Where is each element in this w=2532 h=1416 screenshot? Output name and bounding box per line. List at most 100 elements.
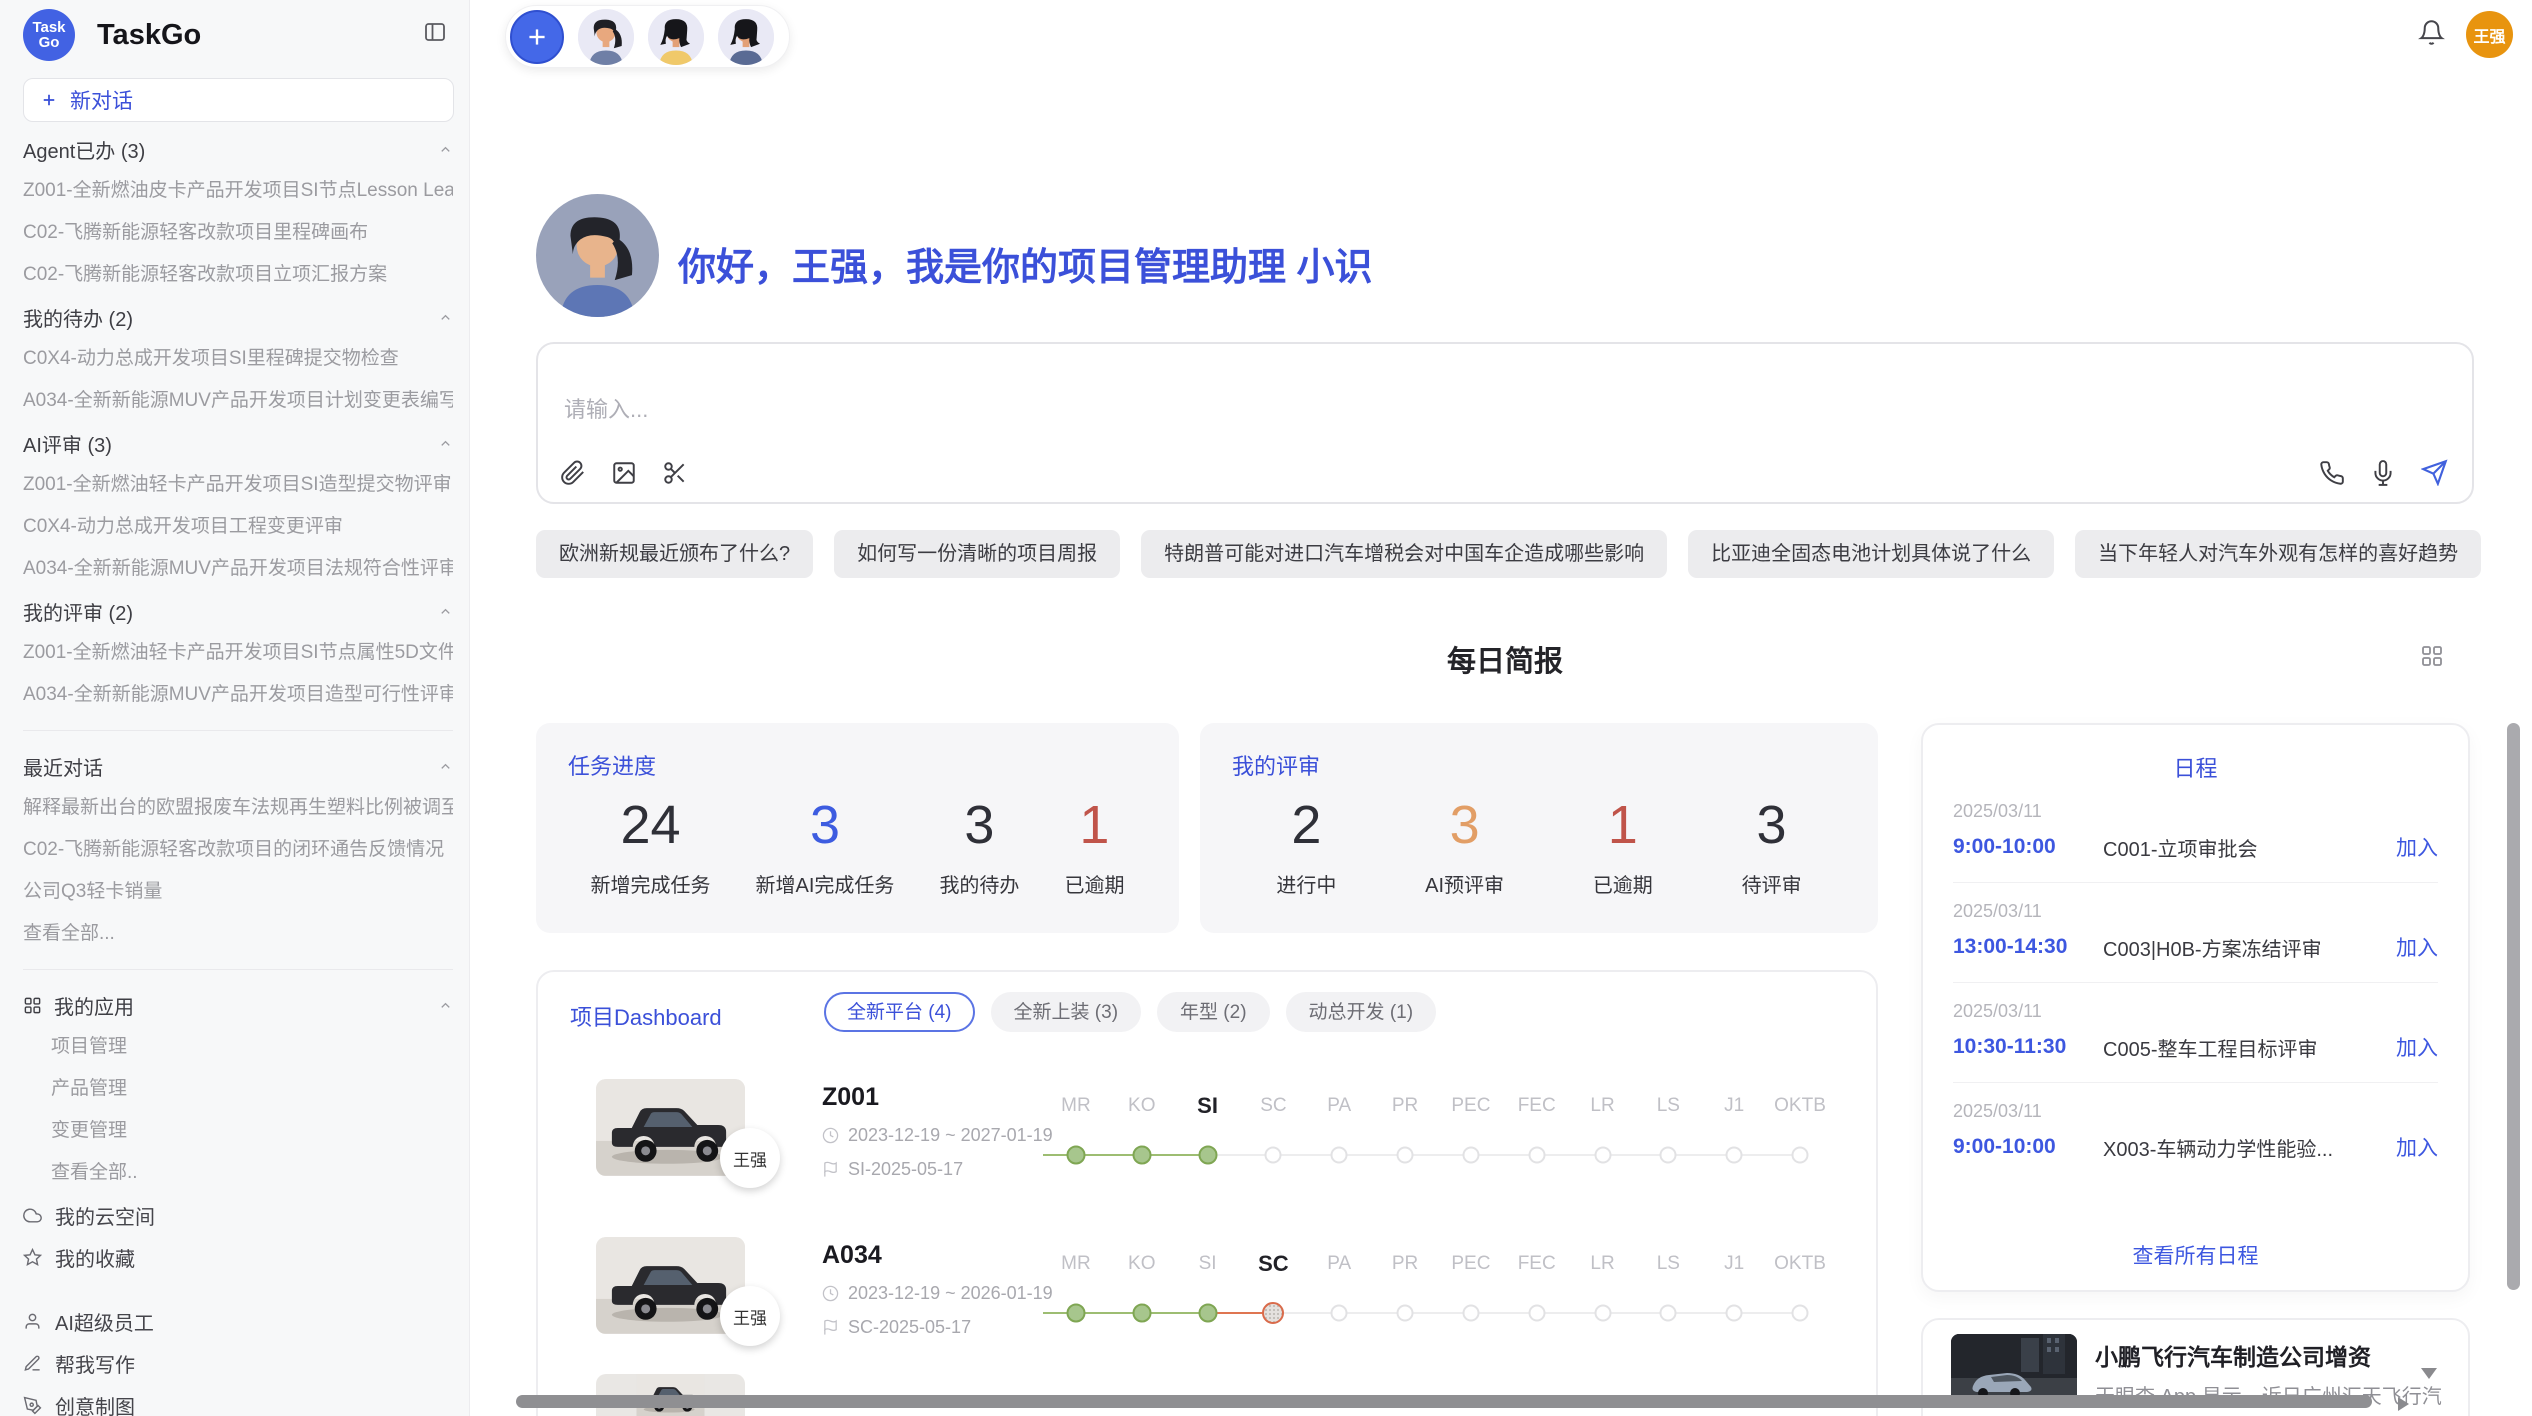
scroll-right-arrow-icon[interactable]	[2398, 1397, 2409, 1411]
image-upload-icon[interactable]	[611, 460, 637, 486]
sidebar-link-star[interactable]: 我的收藏	[23, 1236, 453, 1278]
section-title: AI评审 (3)	[23, 429, 112, 458]
sidebar-section-header[interactable]: AI评审 (3)	[23, 422, 453, 464]
sidebar-section-header[interactable]: 我的待办 (2)	[23, 296, 453, 338]
sidebar-collapse-icon[interactable]	[423, 20, 447, 44]
add-member-button[interactable]	[510, 10, 564, 64]
milestone-label: SC	[1240, 1249, 1306, 1279]
sidebar-tool-pen[interactable]: 帮我写作	[23, 1342, 453, 1384]
event-date: 2025/03/11	[1953, 801, 2438, 822]
stat-value: 3	[939, 795, 1019, 855]
sidebar-item[interactable]: 公司Q3轻卡销量	[23, 871, 453, 913]
sidebar-item[interactable]: A034-全新新能源MUV产品开发项目法规符合性评审	[23, 548, 453, 590]
user-avatar[interactable]: 王强	[2466, 11, 2513, 58]
dashboard-tab[interactable]: 全新上装 (3)	[991, 992, 1142, 1032]
sidebar-item[interactable]: C02-飞腾新能源轻客改款项目里程碑画布	[23, 212, 453, 254]
event-join-link[interactable]: 加入	[2396, 832, 2438, 862]
stat-label: 我的待办	[939, 869, 1019, 898]
stat-card-title: 任务进度	[568, 749, 1147, 781]
sidebar-tools: AI超级员工帮我写作创意制图	[23, 1300, 453, 1416]
new-chat-button[interactable]: 新对话	[23, 78, 454, 122]
event-join-link[interactable]: 加入	[2396, 932, 2438, 962]
send-icon[interactable]	[2421, 459, 2448, 486]
sidebar-item[interactable]: 解释最新出台的欧盟报废车法规再生塑料比例被调至15%...	[23, 787, 453, 829]
suggestion-chip[interactable]: 欧洲新规最近颁布了什么?	[536, 530, 813, 578]
project-row-Z001[interactable]: 王强Z0012023-12-19 ~ 2027-01-19SI-2025-05-…	[538, 1079, 1876, 1229]
chevron-up-icon[interactable]	[438, 604, 453, 619]
avatar-man-blue-shirt[interactable]	[578, 9, 634, 65]
sidebar-item[interactable]: 变更管理	[23, 1110, 453, 1152]
event-date: 2025/03/11	[1953, 1001, 2438, 1022]
horizontal-scrollbar[interactable]	[516, 1395, 2372, 1408]
event-time: 9:00-10:00	[1953, 1135, 2103, 1159]
notifications-bell-icon[interactable]	[2418, 19, 2445, 46]
sidebar-section-header[interactable]: 我的应用	[23, 984, 453, 1026]
stat-进行中: 2进行中	[1276, 795, 1336, 898]
sidebar-item[interactable]: C02-飞腾新能源轻客改款项目的闭环通告反馈情况	[23, 829, 453, 871]
sidebar-section-header[interactable]: Agent已办 (3)	[23, 128, 453, 170]
plus-icon	[40, 91, 58, 109]
project-row-A034[interactable]: 王强A0342023-12-19 ~ 2026-01-19SC-2025-05-…	[538, 1237, 1876, 1387]
news-title: 小鹏飞行汽车制造公司增资	[2095, 1338, 2371, 1372]
sidebar-tool-pentool[interactable]: 创意制图	[23, 1384, 453, 1416]
sidebar-section-header[interactable]: 最近对话	[23, 745, 453, 787]
sidebar-item[interactable]: A034-全新新能源MUV产品开发项目计划变更表编写	[23, 380, 453, 422]
sidebar-item[interactable]: Z001-全新燃油皮卡产品开发项目SI节点Lesson Learn报告	[23, 170, 453, 212]
dashboard-tabs: 全新平台 (4) 全新上装 (3) 年型 (2) 动总开发 (1)	[824, 992, 1436, 1032]
sidebar-item[interactable]: 产品管理	[23, 1068, 453, 1110]
sidebar-item[interactable]: 查看全部...	[23, 913, 453, 955]
suggestion-chip[interactable]: 比亚迪全固态电池计划具体说了什么	[1688, 530, 2054, 578]
suggestion-chip[interactable]: 如何写一份清晰的项目周报	[834, 530, 1120, 578]
sidebar-item[interactable]: C0X4-动力总成开发项目工程变更评审	[23, 506, 453, 548]
app-title: TaskGo	[97, 19, 201, 52]
project-owner-badge: 王强	[720, 1128, 780, 1188]
milestone-PEC: PEC	[1438, 1079, 1504, 1197]
milestone-MR: MR	[1043, 1079, 1109, 1197]
chevron-up-icon[interactable]	[438, 998, 453, 1013]
suggestion-chip[interactable]: 当下年轻人对汽车外观有怎样的喜好趋势	[2075, 530, 2481, 578]
sidebar-item[interactable]: Z001-全新燃油轻卡产品开发项目SI节点属性5D文件评审	[23, 632, 453, 674]
avatar-woman-navy-top[interactable]	[718, 9, 774, 65]
milestone-dot-pending	[1528, 1305, 1545, 1322]
dashboard-tab[interactable]: 全新平台 (4)	[824, 992, 975, 1032]
avatar-woman-yellow-top[interactable]	[648, 9, 704, 65]
briefing-layout-grid-icon[interactable]	[2420, 644, 2444, 668]
event-time: 10:30-11:30	[1953, 1035, 2103, 1059]
sidebar-section-header[interactable]: 我的评审 (2)	[23, 590, 453, 632]
suggestion-chip[interactable]: 特朗普可能对进口汽车增税会对中国车企造成哪些影响	[1141, 530, 1667, 578]
attachment-icon[interactable]	[560, 460, 586, 486]
milestone-label: LS	[1635, 1091, 1701, 1121]
milestone-dot-pending	[1331, 1147, 1348, 1164]
view-all-schedule-link[interactable]: 查看所有日程	[1923, 1240, 2468, 1270]
sidebar-sections: Agent已办 (3)Z001-全新燃油皮卡产品开发项目SI节点Lesson L…	[23, 128, 453, 1416]
sidebar-item[interactable]: 项目管理	[23, 1026, 453, 1068]
chevron-up-icon[interactable]	[438, 436, 453, 451]
schedule-event: 2025/03/1110:30-11:30C005-整车工程目标评审加入	[1953, 983, 2438, 1083]
milestone-dot-done	[1132, 1146, 1151, 1165]
screenshot-scissors-icon[interactable]	[662, 460, 688, 486]
cloud-icon	[23, 1206, 42, 1225]
dashboard-tab[interactable]: 年型 (2)	[1157, 992, 1270, 1032]
chat-input[interactable]	[562, 396, 1766, 424]
vertical-scrollbar[interactable]	[2507, 723, 2520, 1290]
chevron-up-icon[interactable]	[438, 310, 453, 325]
sidebar-item[interactable]: 查看全部..	[23, 1152, 453, 1194]
sidebar-item[interactable]: C02-飞腾新能源轻客改款项目立项汇报方案	[23, 254, 453, 296]
stat-新增AI完成任务: 3新增AI完成任务	[756, 795, 895, 898]
milestone-SC: SC	[1240, 1237, 1306, 1355]
project-owner-badge: 王强	[720, 1286, 780, 1346]
chevron-up-icon[interactable]	[438, 142, 453, 157]
sidebar-item[interactable]: A034-全新新能源MUV产品开发项目造型可行性评审	[23, 674, 453, 716]
sidebar-tool-user[interactable]: AI超级员工	[23, 1300, 453, 1342]
sidebar-item[interactable]: Z001-全新燃油轻卡产品开发项目SI造型提交物评审	[23, 464, 453, 506]
voice-call-icon[interactable]	[2319, 460, 2345, 486]
microphone-icon[interactable]	[2370, 460, 2396, 486]
dashboard-tab[interactable]: 动总开发 (1)	[1286, 992, 1437, 1032]
sidebar-item[interactable]: C0X4-动力总成开发项目SI里程碑提交物检查	[23, 338, 453, 380]
sidebar-link-cloud[interactable]: 我的云空间	[23, 1194, 453, 1236]
event-join-link[interactable]: 加入	[2396, 1032, 2438, 1062]
chevron-up-icon[interactable]	[438, 759, 453, 774]
event-join-link[interactable]: 加入	[2396, 1132, 2438, 1162]
milestone-dot-late	[1262, 1302, 1284, 1324]
scroll-down-arrow-icon[interactable]	[2421, 1368, 2437, 1379]
